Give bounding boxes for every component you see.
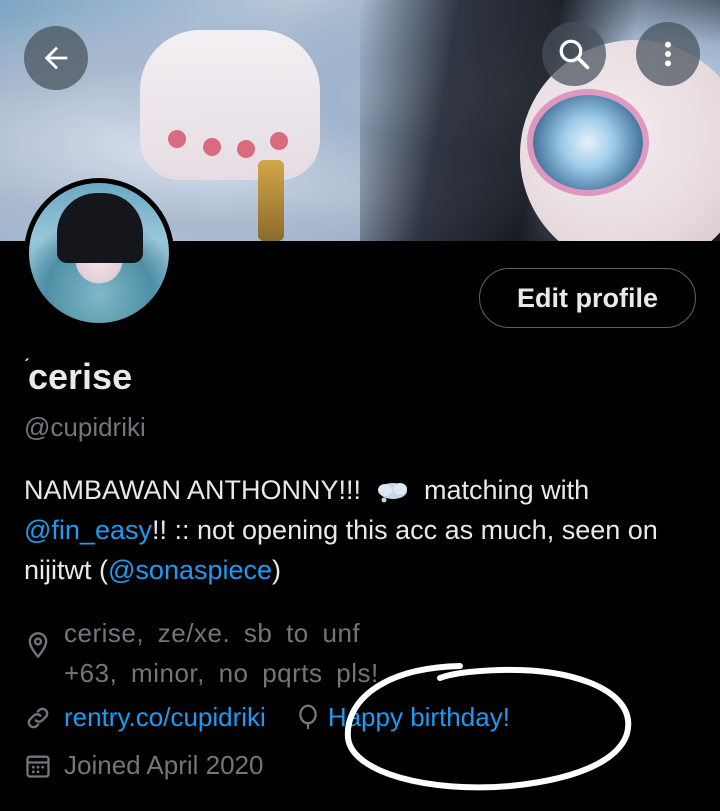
arrow-left-icon: [44, 46, 68, 70]
more-button[interactable]: [636, 22, 700, 86]
edit-profile-button[interactable]: Edit profile: [479, 268, 696, 328]
search-icon: [559, 39, 590, 70]
banner-art-nail: [168, 130, 186, 148]
location-pin-icon: [28, 632, 48, 659]
banner-art-zipper: [258, 160, 284, 241]
back-button[interactable]: [24, 26, 88, 90]
bio: NAMBAWAN ANTHONNY!!! matching with @fin_…: [24, 470, 704, 590]
banner-art-nail: [203, 138, 221, 156]
bio-text: matching with: [416, 475, 590, 505]
link-icon: [27, 707, 49, 729]
birthday-link[interactable]: Happy birthday!: [328, 702, 510, 733]
bio-mention-link[interactable]: @fin_easy: [24, 515, 152, 545]
website-link[interactable]: rentry.co/cupidriki: [64, 702, 266, 733]
website-row: rentry.co/cupidriki Happy birthday!: [24, 702, 510, 733]
search-button[interactable]: [542, 22, 606, 86]
banner-art-nail: [237, 140, 255, 158]
more-vertical-icon: [665, 41, 671, 67]
joined-row: Joined April 2020: [24, 750, 263, 781]
banner-art-eye: [533, 95, 643, 190]
calendar-icon: [26, 755, 50, 778]
location-line: cerise, ze/xe. sb to unf: [64, 618, 361, 648]
avatar-art-hair: [57, 193, 143, 263]
balloon-icon: [299, 704, 317, 730]
bio-mention-link[interactable]: @sonaspiece: [108, 555, 272, 585]
avatar[interactable]: [24, 178, 174, 328]
location-text: cerise, ze/xe. sb to unf +63, minor, no …: [64, 613, 379, 693]
thought-cloud-icon: [377, 482, 407, 503]
display-name: ˊcerise: [24, 356, 132, 398]
banner-art-nail: [270, 132, 288, 150]
bio-text: NAMBAWAN ANTHONNY!!!: [24, 475, 369, 505]
location-row: cerise, ze/xe. sb to unf +63, minor, no …: [24, 613, 379, 693]
display-name-text: cerise: [28, 356, 133, 397]
user-handle: @cupidriki: [24, 412, 146, 442]
banner-art-hand: [140, 30, 320, 180]
joined-date: Joined April 2020: [64, 750, 264, 780]
location-line: +63, minor, no pqrts pls!: [64, 658, 379, 688]
bio-text: ): [272, 555, 282, 585]
